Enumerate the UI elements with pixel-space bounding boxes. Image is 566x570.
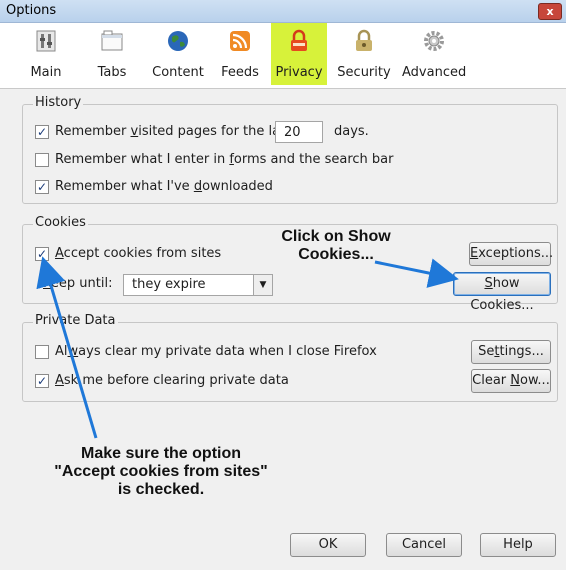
- arrow-to-accept-cookies: [36, 256, 98, 439]
- arrow-to-show-cookies: [374, 258, 459, 288]
- note-line: Cookies...: [298, 246, 374, 263]
- note-line: is checked.: [117, 481, 205, 498]
- options-window: Options x Main Tabs Content Feeds Privac…: [0, 0, 566, 570]
- accept-cookies-note: Make sure the option "Accept cookies fro…: [36, 445, 286, 499]
- note-line: Make sure the option: [80, 445, 242, 462]
- show-cookies-note: Click on Show Cookies...: [262, 228, 410, 264]
- note-line: "Accept cookies from sites": [54, 463, 268, 480]
- note-line: Click on Show: [281, 228, 391, 245]
